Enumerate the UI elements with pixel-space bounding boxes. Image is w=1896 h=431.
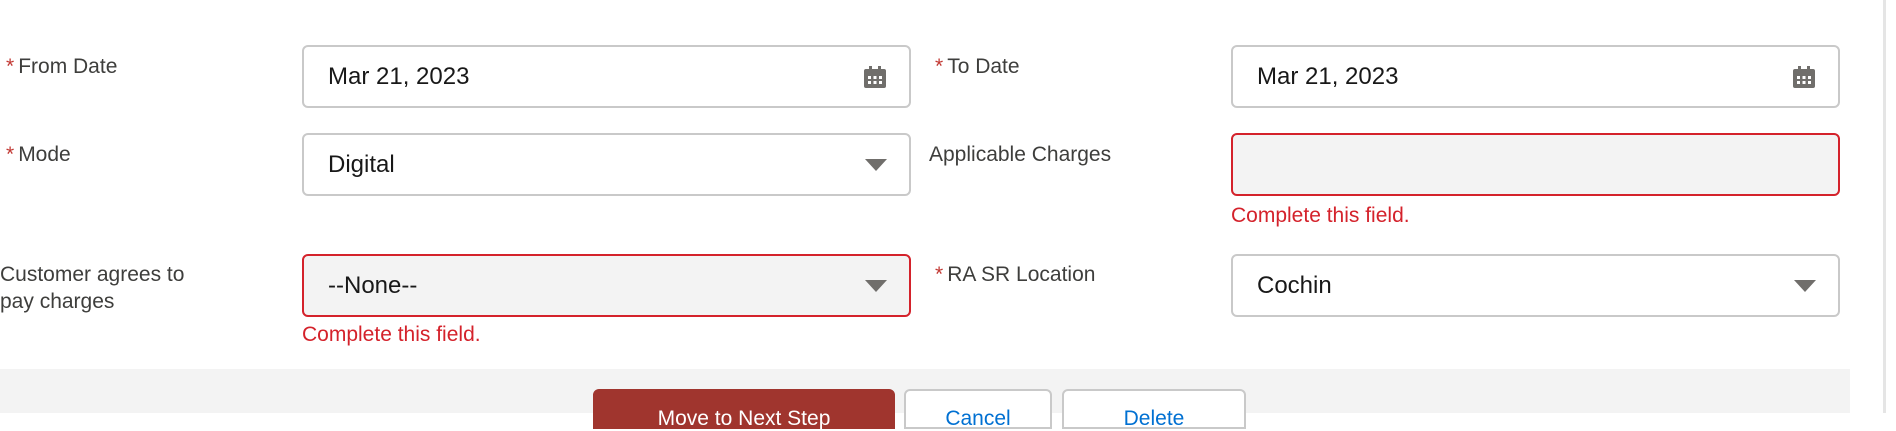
chevron-down-icon — [1794, 279, 1816, 292]
next-step-button[interactable]: Move to Next Step — [593, 389, 895, 430]
label-text: To Date — [947, 55, 1020, 78]
chevron-down-icon — [865, 279, 887, 292]
to-date-label: * To Date — [935, 53, 1020, 80]
label-text: Mode — [18, 143, 71, 166]
label-text: RA SR Location — [947, 263, 1096, 286]
mode-value: Digital — [328, 150, 395, 178]
mode-select[interactable]: Digital — [302, 133, 911, 196]
required-marker: * — [6, 55, 15, 78]
scrollbar-divider — [1883, 0, 1886, 413]
cancel-button[interactable]: Cancel — [904, 389, 1052, 430]
ra-sr-location-label: * RA SR Location — [935, 261, 1095, 288]
label-line: Customer agrees to — [0, 263, 185, 286]
required-marker: * — [6, 143, 15, 166]
required-marker: * — [935, 55, 944, 78]
label-text: From Date — [18, 55, 118, 78]
applicable-charges-label: Applicable Charges — [929, 143, 1112, 166]
customer-agrees-select[interactable]: --None-- — [302, 254, 911, 317]
customer-agrees-value: --None-- — [328, 271, 418, 299]
applicable-charges-error: Complete this field. — [1231, 204, 1410, 227]
delete-button[interactable]: Delete — [1062, 389, 1246, 430]
to-date-value: Mar 21, 2023 — [1257, 62, 1399, 90]
from-date-value: Mar 21, 2023 — [328, 62, 470, 90]
customer-agrees-label: Customer agrees to pay charges — [0, 261, 184, 315]
ra-sr-location-select[interactable]: Cochin — [1231, 254, 1840, 317]
chevron-down-icon — [865, 158, 887, 171]
from-date-label: * From Date — [6, 53, 117, 80]
ra-sr-location-value: Cochin — [1257, 271, 1332, 299]
required-marker: * — [935, 263, 944, 286]
label-line: pay charges — [0, 290, 115, 313]
calendar-icon[interactable] — [863, 65, 887, 89]
applicable-charges-input[interactable] — [1231, 133, 1840, 196]
customer-agrees-error: Complete this field. — [302, 323, 481, 346]
mode-label: * Mode — [6, 141, 71, 168]
to-date-input[interactable]: Mar 21, 2023 — [1231, 45, 1840, 108]
calendar-icon[interactable] — [1792, 65, 1816, 89]
from-date-input[interactable]: Mar 21, 2023 — [302, 45, 911, 108]
